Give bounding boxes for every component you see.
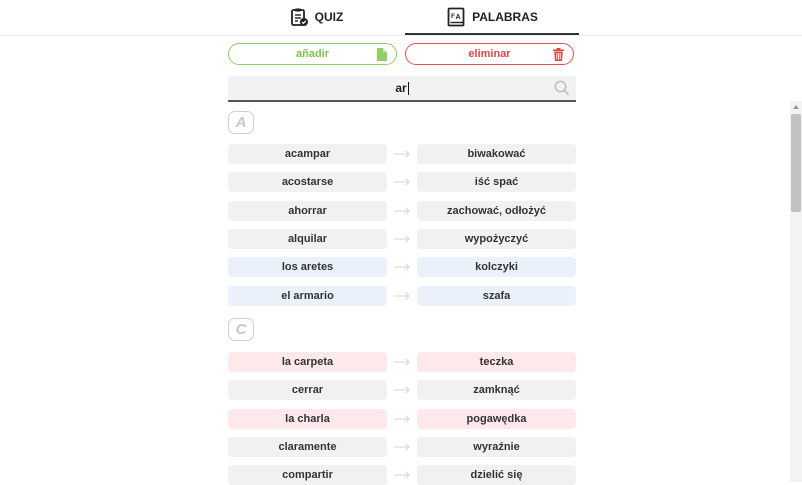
dictionary-book-icon: F A xyxy=(446,7,466,27)
tab-palabras[interactable]: F A PALABRAS xyxy=(405,0,579,35)
spanish-word[interactable]: claramente xyxy=(228,436,387,457)
polish-translation[interactable]: pogawędka xyxy=(417,408,576,429)
word-row[interactable]: compartir dzielić się xyxy=(228,465,576,485)
arrow-right-icon xyxy=(394,358,410,366)
polish-translation[interactable]: biwakować xyxy=(417,144,576,164)
svg-text:A: A xyxy=(456,14,461,21)
polish-translation[interactable]: teczka xyxy=(417,352,576,372)
spanish-word[interactable]: el armario xyxy=(228,285,387,306)
arrow-right-icon xyxy=(394,291,410,300)
polish-translation[interactable]: wyraźnie xyxy=(417,436,576,457)
delete-word-button[interactable]: eliminar xyxy=(405,43,574,65)
word-row[interactable]: ahorrar zachować, odłożyć xyxy=(228,200,576,221)
spanish-word[interactable]: cerrar xyxy=(228,380,387,401)
tab-quiz[interactable]: QUIZ xyxy=(229,0,403,34)
word-row[interactable]: claramente wyraźnie xyxy=(228,436,576,457)
word-row[interactable]: acampar biwakować xyxy=(228,144,576,164)
spanish-word[interactable]: compartir xyxy=(228,465,387,485)
section-letter-c: C xyxy=(228,318,254,341)
document-icon xyxy=(376,48,387,64)
tab-quiz-label: QUIZ xyxy=(314,10,344,24)
section-letter-a: A xyxy=(228,111,254,134)
word-row[interactable]: el armario szafa xyxy=(228,285,576,306)
polish-translation[interactable]: kolczyki xyxy=(417,257,576,278)
spanish-word[interactable]: la charla xyxy=(228,408,387,429)
scrollbar-thumb[interactable] xyxy=(791,114,801,212)
search-input[interactable]: ar xyxy=(228,76,576,102)
word-row[interactable]: los aretes kolczyki xyxy=(228,257,576,278)
spanish-word[interactable]: acampar xyxy=(228,144,387,164)
spanish-word[interactable]: ahorrar xyxy=(228,200,387,221)
add-word-button[interactable]: añadir xyxy=(228,43,397,65)
add-button-label: añadir xyxy=(295,48,329,60)
polish-translation[interactable]: zachować, odłożyć xyxy=(417,200,576,221)
text-caret xyxy=(407,81,409,95)
word-row[interactable]: la carpeta teczka xyxy=(228,352,576,372)
trash-icon xyxy=(553,48,564,64)
arrow-right-icon xyxy=(394,414,410,423)
scroll-up-arrow-icon[interactable] xyxy=(793,105,799,109)
top-navigation: QUIZ F A PALABRAS xyxy=(0,0,802,36)
arrow-right-icon xyxy=(394,471,410,480)
polish-translation[interactable]: dzielić się xyxy=(417,465,576,485)
arrow-right-icon xyxy=(394,206,410,215)
spanish-word[interactable]: los aretes xyxy=(228,257,387,278)
spanish-word[interactable]: alquilar xyxy=(228,228,387,249)
spanish-word[interactable]: acostarse xyxy=(228,172,387,193)
arrow-right-icon xyxy=(394,150,410,158)
quiz-clipboard-icon xyxy=(289,7,309,27)
arrow-right-icon xyxy=(394,263,410,272)
polish-translation[interactable]: zamknąć xyxy=(417,380,576,401)
word-row[interactable]: la charla pogawędka xyxy=(228,408,576,429)
delete-button-label: eliminar xyxy=(468,48,511,60)
word-row[interactable]: alquilar wypożyczyć xyxy=(228,228,576,249)
polish-translation[interactable]: szafa xyxy=(417,285,576,306)
tab-palabras-label: PALABRAS xyxy=(472,9,538,24)
polish-translation[interactable]: iść spać xyxy=(417,172,576,193)
search-value: ar xyxy=(395,81,407,95)
scrollbar[interactable] xyxy=(790,101,802,482)
arrow-right-icon xyxy=(394,443,410,451)
word-row[interactable]: cerrar zamknąć xyxy=(228,380,576,401)
arrow-right-icon xyxy=(394,235,410,243)
polish-translation[interactable]: wypożyczyć xyxy=(417,228,576,249)
arrow-right-icon xyxy=(394,178,410,187)
arrow-right-icon xyxy=(394,386,410,395)
spanish-word[interactable]: la carpeta xyxy=(228,352,387,372)
svg-text:F: F xyxy=(451,13,455,20)
word-row[interactable]: acostarse iść spać xyxy=(228,172,576,193)
search-icon[interactable] xyxy=(554,80,570,99)
